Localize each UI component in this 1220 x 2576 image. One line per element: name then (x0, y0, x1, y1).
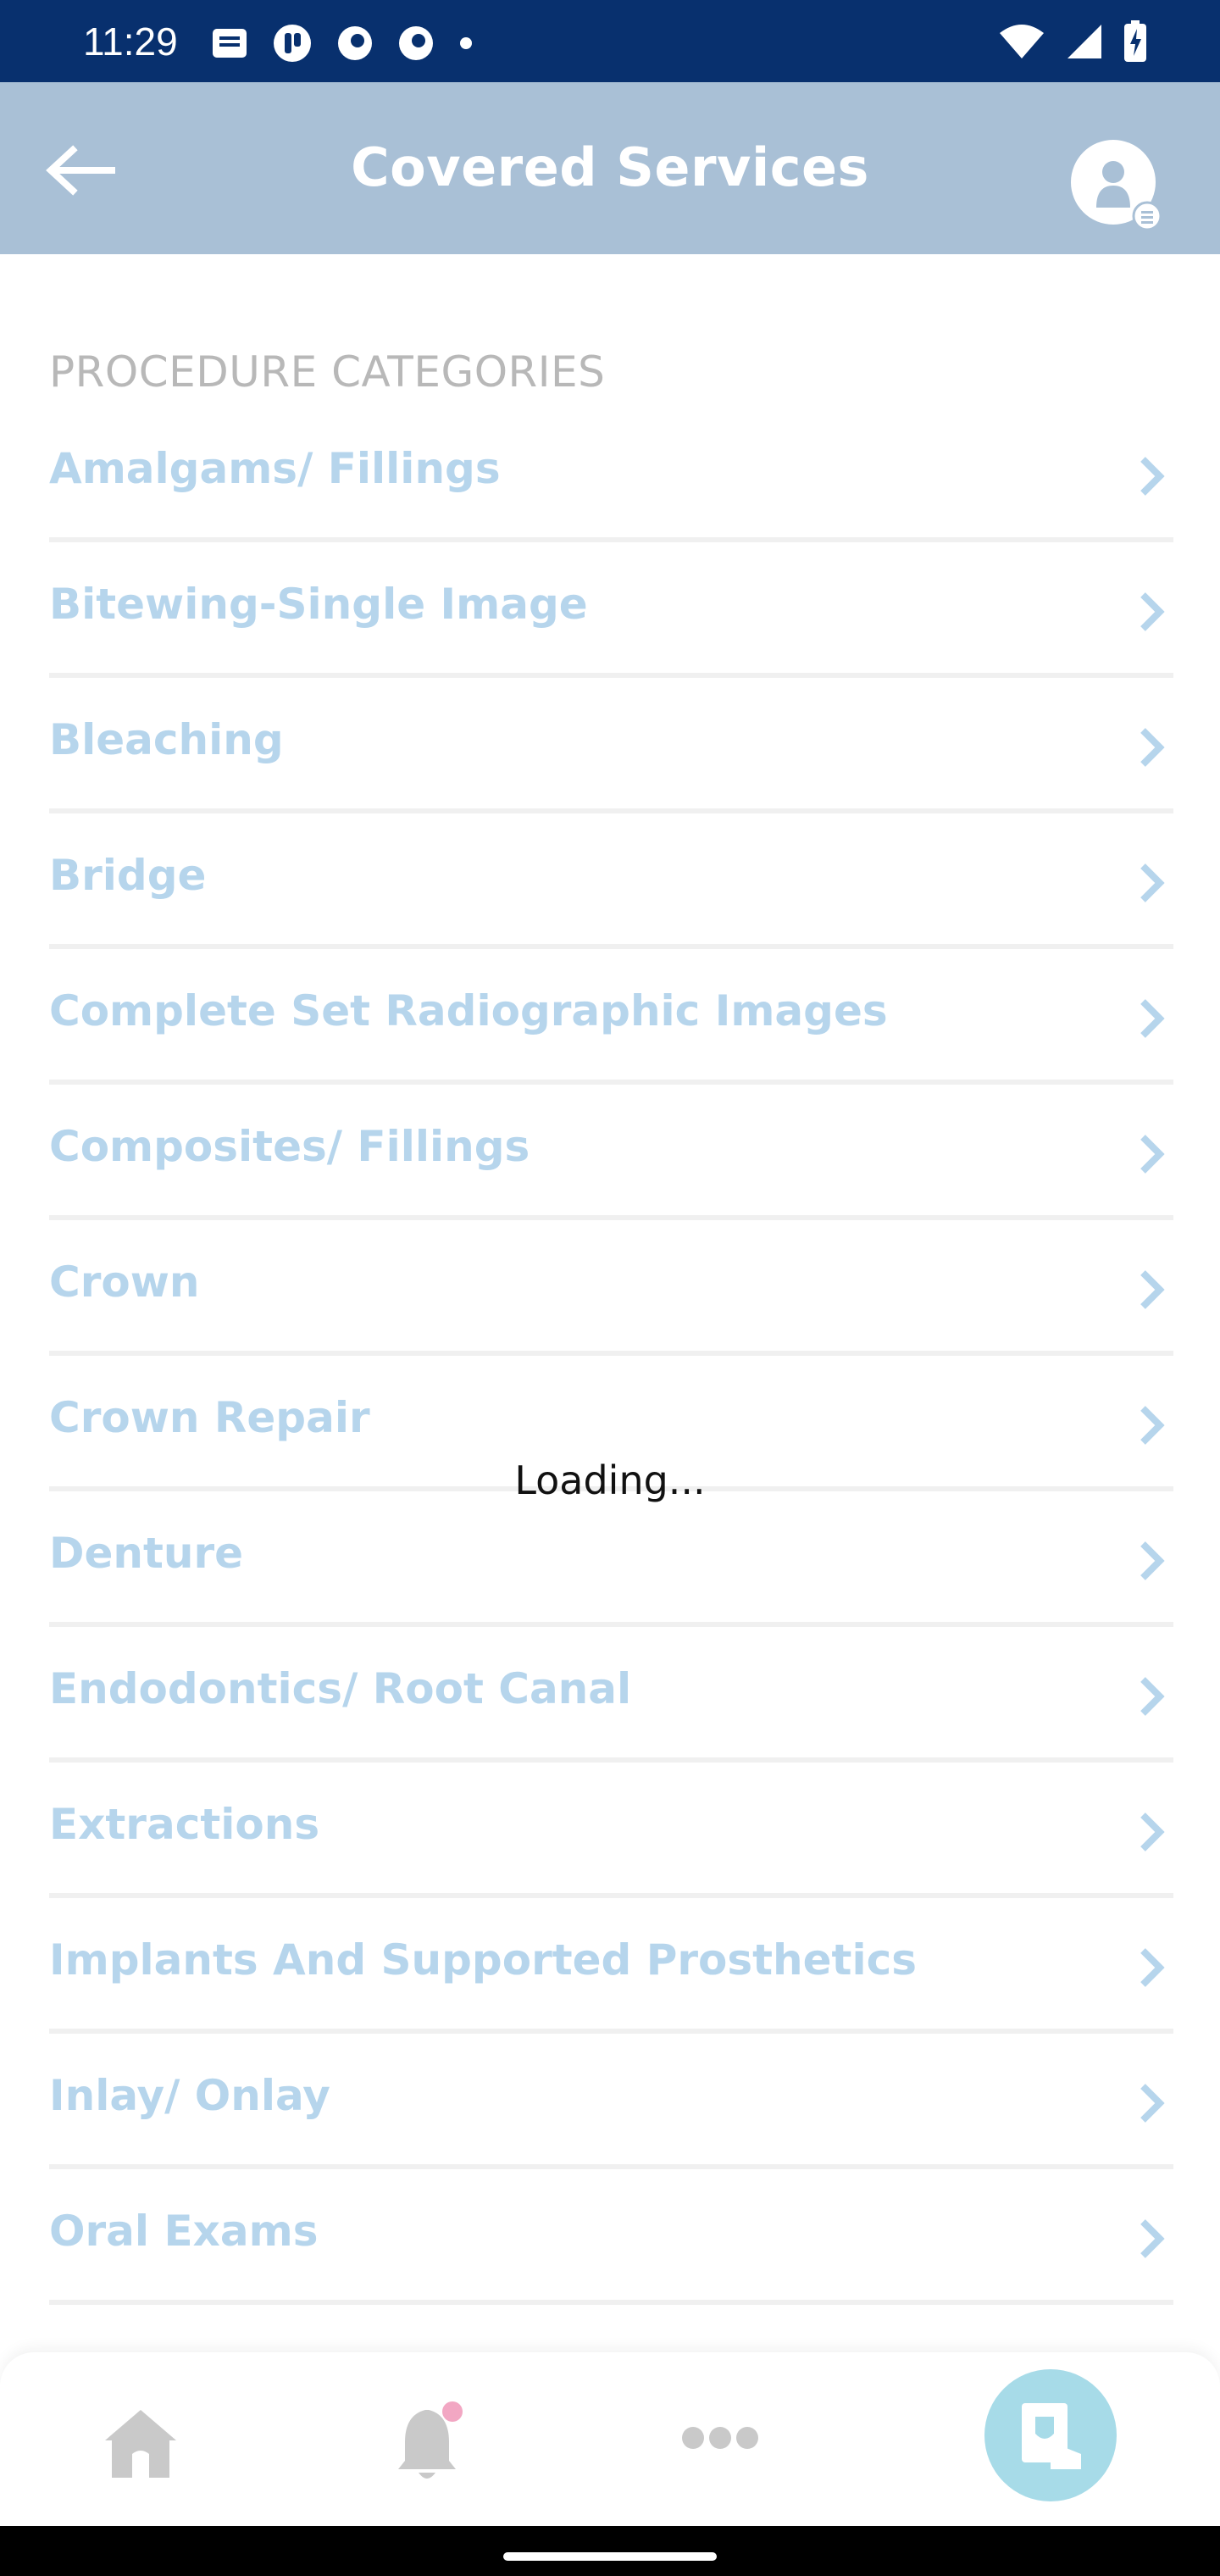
chevron-right-icon (1140, 728, 1165, 767)
list-item[interactable]: Composites/ Fillings (49, 1085, 1173, 1220)
list-item[interactable]: Inlay/ Onlay (49, 2034, 1173, 2169)
chevron-right-icon (1140, 1948, 1165, 1987)
chevron-right-icon (1140, 1541, 1165, 1580)
home-icon (105, 2410, 176, 2478)
status-icons-right (998, 19, 1147, 64)
list-item[interactable]: Bleaching (49, 678, 1173, 813)
list-item-label: Extractions (49, 1800, 320, 1849)
chevron-right-icon (1140, 457, 1165, 496)
list-item-label: Complete Set Radiographic Images (49, 986, 888, 1035)
profile-button[interactable] (1069, 138, 1162, 231)
app-notification-icon (274, 25, 311, 62)
message-icon (213, 29, 247, 58)
chevron-right-icon (1140, 2219, 1165, 2258)
chevron-right-icon (1140, 1135, 1165, 1174)
list-item-label: Composites/ Fillings (49, 1122, 530, 1171)
page-title: Covered Services (351, 136, 869, 198)
chevron-right-icon (1140, 1406, 1165, 1445)
list-item[interactable]: Denture (49, 1491, 1173, 1627)
list-item-label: Bleaching (49, 715, 284, 764)
list-item[interactable]: Oral Exams (49, 2169, 1173, 2305)
list-item[interactable]: Crown (49, 1220, 1173, 1356)
chevron-right-icon (1140, 1270, 1165, 1309)
status-time: 11:29 (83, 19, 178, 64)
nav-more-button[interactable] (681, 2425, 759, 2451)
notifications-icon (398, 2401, 463, 2479)
nav-home-button[interactable] (102, 2407, 180, 2479)
list-item[interactable]: Endodontics/ Root Canal (49, 1627, 1173, 1763)
list-item[interactable]: Implants And Supported Prosthetics (49, 1898, 1173, 2034)
list-item-label: Crown Repair (49, 1393, 370, 1442)
chevron-right-icon (1140, 592, 1165, 631)
app-notification-icon (338, 26, 372, 60)
system-gesture-bar (0, 2526, 1220, 2576)
status-icons-left (212, 24, 473, 63)
list-item-label: Bridge (49, 851, 207, 900)
list-item[interactable]: Amalgams/ Fillings (49, 415, 1173, 542)
chevron-right-icon (1140, 2084, 1165, 2123)
battery-icon (1124, 20, 1146, 62)
list-item-label: Bitewing-Single Image (49, 580, 588, 629)
list-item-label: Amalgams/ Fillings (49, 444, 501, 493)
status-bar: 11:29 (0, 0, 1220, 82)
chevron-right-icon (1140, 1813, 1165, 1852)
list-item-label: Denture (49, 1529, 244, 1578)
chevron-right-icon (1140, 1677, 1165, 1716)
list-item[interactable]: Complete Set Radiographic Images (49, 949, 1173, 1085)
chevron-right-icon (1140, 863, 1165, 902)
wifi-icon (1000, 25, 1044, 58)
list-item-label: Inlay/ Onlay (49, 2071, 330, 2120)
list-item-label: Crown (49, 1257, 200, 1307)
app-header: Covered Services (0, 82, 1220, 254)
loading-indicator: Loading... (514, 1457, 706, 1503)
section-label: PROCEDURE CATEGORIES (49, 347, 606, 397)
dot-icon (460, 37, 472, 49)
bottom-nav (0, 2352, 1220, 2526)
id-card-icon (1022, 2403, 1081, 2469)
gesture-handle[interactable] (503, 2552, 717, 2561)
procedure-category-list: Amalgams/ Fillings Bitewing-Single Image… (49, 415, 1173, 2305)
profile-icon (1071, 140, 1162, 231)
list-item-label: Implants And Supported Prosthetics (49, 1935, 917, 1985)
nav-id-card-button[interactable] (984, 2369, 1117, 2501)
list-item[interactable]: Bitewing-Single Image (49, 542, 1173, 678)
nav-notifications-button[interactable] (393, 2400, 469, 2484)
list-item[interactable]: Bridge (49, 813, 1173, 949)
list-item-label: Endodontics/ Root Canal (49, 1664, 632, 1713)
list-item[interactable]: Extractions (49, 1763, 1173, 1898)
app-notification-icon (399, 26, 433, 60)
list-item-label: Oral Exams (49, 2207, 319, 2256)
chevron-right-icon (1140, 999, 1165, 1038)
more-icon (682, 2427, 758, 2449)
cell-signal-icon (1068, 25, 1101, 58)
